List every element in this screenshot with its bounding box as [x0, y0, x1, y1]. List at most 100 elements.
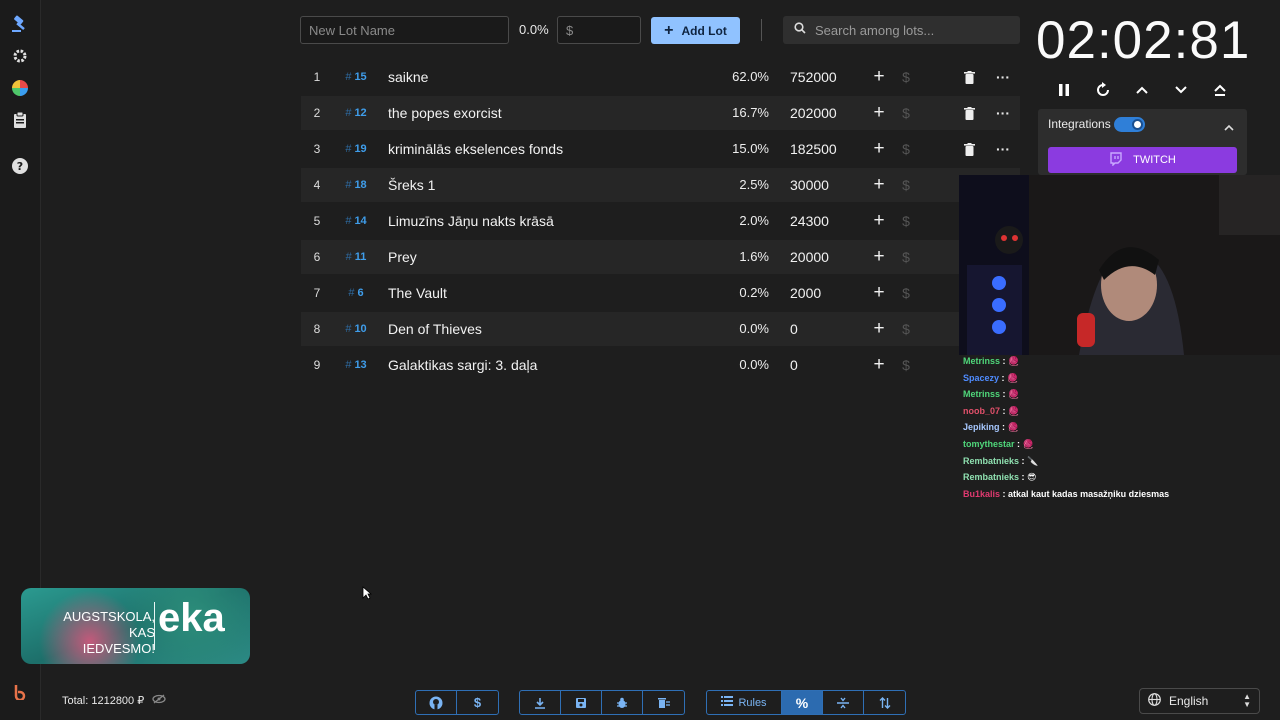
language-select[interactable]: English ▲ ▼ — [1139, 688, 1260, 714]
chat-message: Metrinss : 🧶 — [963, 389, 1020, 400]
rules-button[interactable]: Rules — [707, 691, 782, 714]
lot-percent: 16.7% — [732, 105, 769, 120]
integrations-toggle[interactable] — [1114, 117, 1145, 132]
lot-name[interactable]: Prey — [388, 240, 718, 274]
new-lot-name-input[interactable] — [309, 17, 500, 43]
chat-message: Rembatnieks : 😎 — [963, 472, 1037, 483]
add-amount-button[interactable]: + — [870, 240, 888, 274]
chat-text: 🧶 — [1007, 422, 1019, 433]
chat-text: 🧶 — [1007, 372, 1019, 383]
lot-name[interactable]: kriminālās ekselences fonds — [388, 132, 718, 166]
trash-icon[interactable] — [962, 96, 976, 130]
auction-hammer-icon[interactable] — [9, 13, 31, 35]
chat-username: Bu1kalis — [963, 488, 1001, 499]
wheel-icon[interactable] — [9, 77, 31, 99]
add-lot-button[interactable]: + Add Lot — [651, 17, 740, 44]
double-chevron-up-icon[interactable] — [1209, 79, 1231, 101]
lot-name[interactable]: the popes exorcist — [388, 96, 718, 130]
dollar-icon[interactable]: $ — [899, 204, 913, 238]
lot-name[interactable]: Galaktikas sargi: 3. daļa — [388, 348, 718, 382]
github-icon[interactable] — [416, 691, 457, 714]
eye-off-icon[interactable] — [152, 694, 166, 707]
ad-line-1: AUGSTSKOLA, KAS — [63, 609, 155, 640]
lot-name[interactable]: Limuzīns Jāņu nakts krāsā — [388, 204, 718, 238]
more-options-icon[interactable]: ··· — [994, 60, 1012, 94]
add-amount-button[interactable]: + — [870, 312, 888, 346]
add-amount-button[interactable]: + — [870, 60, 888, 94]
chevron-up-icon[interactable] — [1224, 119, 1234, 137]
footer-group-actions — [519, 690, 685, 715]
search-input[interactable] — [815, 22, 1005, 38]
lot-percent: 0.0% — [739, 321, 769, 336]
clipboard-icon[interactable] — [9, 109, 31, 131]
lot-name[interactable]: saikne — [388, 60, 718, 94]
lot-percent: 0.2% — [739, 285, 769, 300]
gear-icon[interactable] — [9, 45, 31, 67]
sort-icon[interactable] — [864, 691, 905, 714]
add-amount-button[interactable]: + — [870, 168, 888, 202]
trash-icon[interactable] — [962, 132, 976, 166]
dollar-icon[interactable]: $ — [899, 240, 913, 274]
lot-name[interactable]: Šreks 1 — [388, 168, 718, 202]
compress-icon[interactable] — [823, 691, 864, 714]
lot-name[interactable]: The Vault — [388, 276, 718, 310]
dollar-icon[interactable]: $ — [899, 132, 913, 166]
lot-row: 9 #13 Galaktikas sargi: 3. daļa 0.0% 0 + $ — [301, 348, 1020, 382]
twitch-button[interactable]: TWITCH — [1048, 147, 1237, 173]
chat-username: Metrinss — [963, 389, 1001, 400]
chat-message: Bu1kalis : atkal kaut kadas masažņiku dz… — [963, 488, 1170, 499]
add-amount-button[interactable]: + — [870, 348, 888, 382]
chat-text: 🧶 — [1008, 356, 1020, 366]
total-label: Total: 1212800 ₽ — [62, 695, 145, 707]
lot-percent: 2.5% — [739, 177, 769, 192]
dollar-icon[interactable]: $ — [899, 276, 913, 310]
dollar-icon[interactable]: $ — [899, 168, 913, 202]
donate-dollar-icon[interactable]: $ — [457, 691, 498, 714]
lot-amount: 2000 — [790, 285, 822, 301]
lot-id: #12 — [345, 107, 367, 119]
footer-group-view: Rules % — [706, 690, 906, 715]
chat-message: Jepiking : 🧶 — [963, 422, 1019, 433]
pause-icon[interactable] — [1053, 79, 1075, 101]
dollar-icon[interactable]: $ — [899, 96, 913, 130]
lot-percent: 2.0% — [739, 213, 769, 228]
dollar-icon[interactable]: $ — [899, 60, 913, 94]
add-amount-button[interactable]: + — [870, 204, 888, 238]
trash-icon[interactable] — [962, 60, 976, 94]
chevron-up-icon[interactable] — [1131, 79, 1153, 101]
help-icon[interactable]: ? — [9, 155, 31, 177]
download-icon[interactable] — [520, 691, 561, 714]
delete-list-icon[interactable] — [643, 691, 684, 714]
brand-logo-icon[interactable] — [9, 681, 31, 703]
lot-index: 7 — [313, 286, 321, 300]
save-icon[interactable] — [561, 691, 602, 714]
more-options-icon[interactable]: ··· — [994, 96, 1012, 130]
add-amount-button[interactable]: + — [870, 96, 888, 130]
chat-text: 😎 — [1027, 472, 1037, 483]
add-amount-button[interactable]: + — [870, 276, 888, 310]
lot-row: 7 #6 The Vault 0.2% 2000 + $ — [301, 276, 1020, 310]
chevron-down-icon[interactable] — [1170, 79, 1192, 101]
integrations-panel: Integrations TWITCH — [1038, 109, 1247, 175]
more-options-icon[interactable]: ··· — [994, 132, 1012, 166]
amount-input[interactable] — [566, 17, 632, 43]
dollar-icon[interactable]: $ — [899, 348, 913, 382]
lot-index: 5 — [313, 214, 321, 228]
lot-amount: 30000 — [790, 177, 829, 193]
dollar-icon[interactable]: $ — [899, 312, 913, 346]
reset-icon[interactable] — [1092, 79, 1114, 101]
lot-name[interactable]: Den of Thieves — [388, 312, 718, 346]
lot-id: #10 — [345, 323, 367, 335]
lot-id: #13 — [345, 359, 367, 371]
twitch-label: TWITCH — [1133, 154, 1176, 166]
bug-icon[interactable] — [602, 691, 643, 714]
add-amount-button[interactable]: + — [870, 132, 888, 166]
lot-row: 2 #12 the popes exorcist 16.7% 202000 + $ ··· — [301, 96, 1020, 130]
chat-message: Rembatnieks : 🔪 — [963, 455, 1039, 466]
lot-id: #14 — [345, 215, 367, 227]
chat-text: 🧶 — [1008, 389, 1020, 400]
percent-toggle-icon[interactable]: % — [782, 691, 823, 714]
lot-amount: 0 — [790, 321, 798, 337]
lot-row: 5 #14 Limuzīns Jāņu nakts krāsā 2.0% 24300 + $ — [301, 204, 1020, 238]
twitch-icon — [1109, 151, 1123, 169]
